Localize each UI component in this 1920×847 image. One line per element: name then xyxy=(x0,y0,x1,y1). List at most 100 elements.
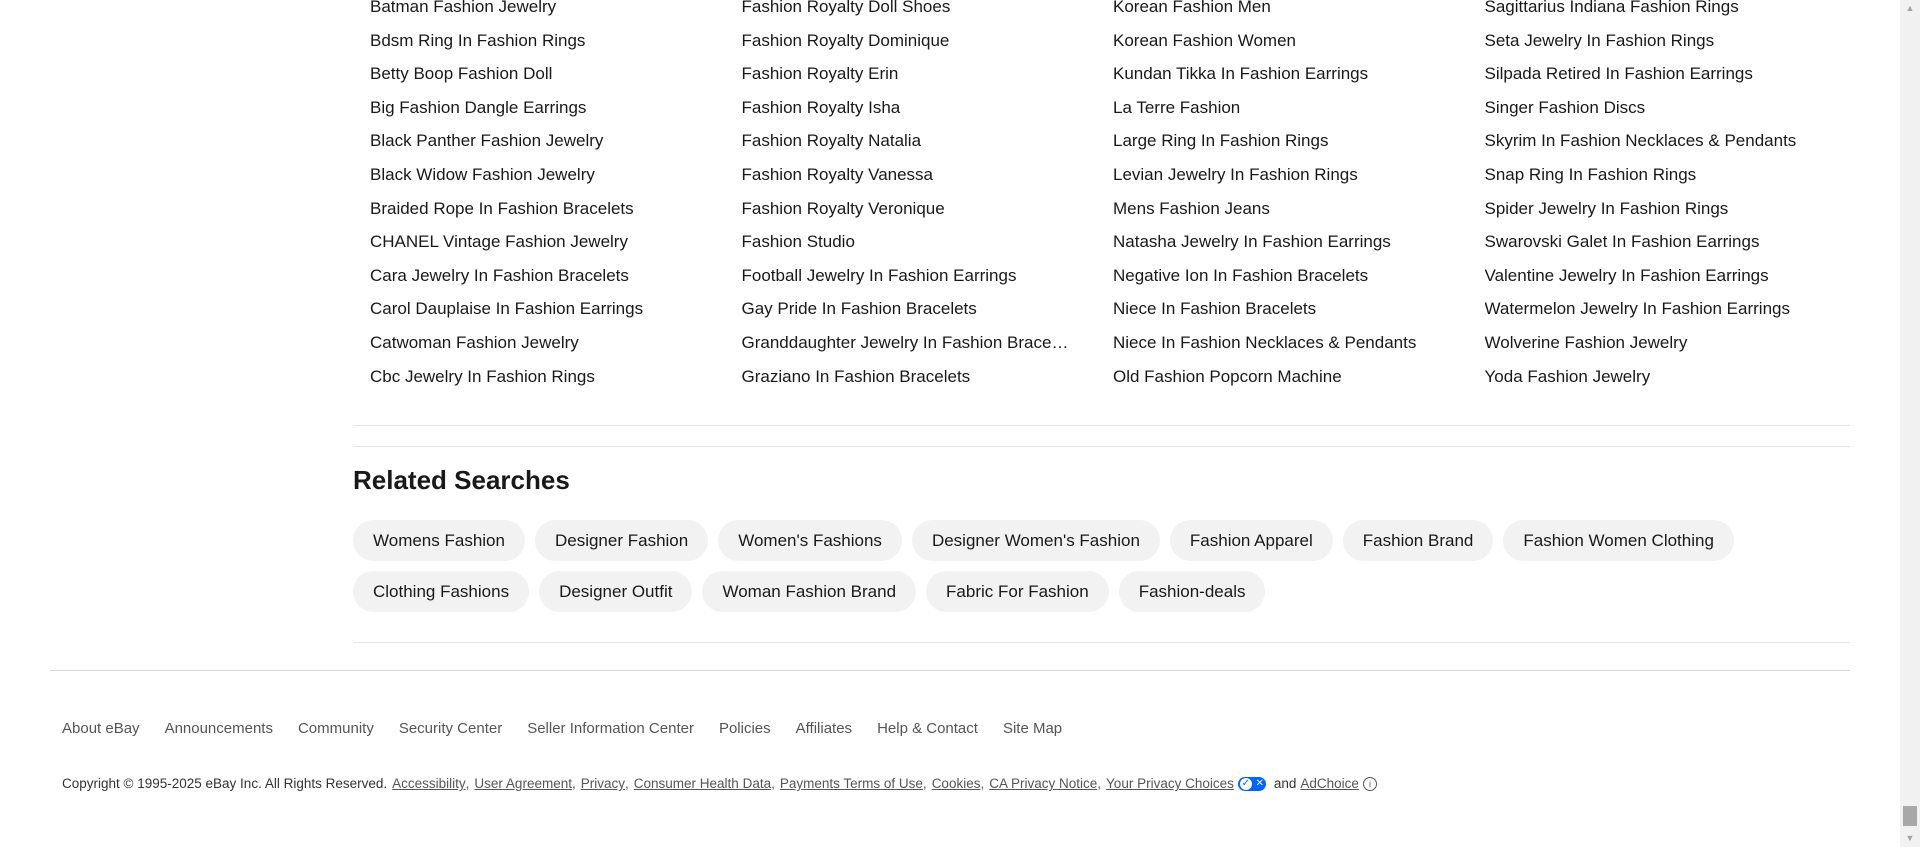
related-link[interactable]: Valentine Jewelry In Fashion Earrings xyxy=(1485,259,1815,293)
related-search-chip[interactable]: Designer Outfit xyxy=(539,571,693,612)
legal-link[interactable]: Payments Terms of Use xyxy=(780,776,923,791)
related-link[interactable]: La Terre Fashion xyxy=(1113,91,1443,125)
adchoice-link[interactable]: AdChoice xyxy=(1300,776,1359,791)
legal-link[interactable]: User Agreement xyxy=(474,776,572,791)
related-search-chip[interactable]: Woman Fashion Brand xyxy=(702,571,917,612)
footer-nav-link[interactable]: Seller Information Center xyxy=(527,720,694,737)
related-link[interactable]: Wolverine Fashion Jewelry xyxy=(1485,326,1815,360)
related-link[interactable]: Fashion Royalty Veronique xyxy=(742,192,1072,226)
copyright-text: Copyright © 1995-2025 eBay Inc. All Righ… xyxy=(62,776,388,791)
related-search-chip[interactable]: Fashion Women Clothing xyxy=(1503,520,1734,561)
footer-nav-link[interactable]: Announcements xyxy=(165,720,273,737)
related-searches-chips: Womens Fashion Designer Fashion Women's Fa… xyxy=(353,520,1873,612)
footer-nav-link[interactable]: Help & Contact xyxy=(877,720,978,737)
related-link[interactable]: Negative Ion In Fashion Bracelets xyxy=(1113,259,1443,293)
footer-nav-link[interactable]: About eBay xyxy=(62,720,140,737)
privacy-choices-icon[interactable]: ✓ ✕ xyxy=(1237,776,1266,791)
related-link[interactable]: Silpada Retired In Fashion Earrings xyxy=(1485,57,1815,91)
legal-link[interactable]: Accessibility xyxy=(392,776,466,791)
related-link[interactable]: Bdsm Ring In Fashion Rings xyxy=(370,24,700,58)
related-link[interactable]: Niece In Fashion Bracelets xyxy=(1113,292,1443,326)
related-link[interactable]: Niece In Fashion Necklaces & Pendants xyxy=(1113,326,1443,360)
footer-divider xyxy=(50,670,1850,671)
related-link[interactable]: Graziano In Fashion Bracelets xyxy=(742,360,1072,394)
related-link[interactable]: Large Ring In Fashion Rings xyxy=(1113,124,1443,158)
related-link[interactable]: CHANEL Vintage Fashion Jewelry xyxy=(370,225,700,259)
related-link[interactable]: Kundan Tikka In Fashion Earrings xyxy=(1113,57,1443,91)
legal-link[interactable]: CA Privacy Notice xyxy=(989,776,1097,791)
related-link[interactable]: Sagittarius Indiana Fashion Rings xyxy=(1485,0,1815,24)
related-link[interactable]: Snap Ring In Fashion Rings xyxy=(1485,158,1815,192)
related-link[interactable]: Catwoman Fashion Jewelry xyxy=(370,326,700,360)
adchoice-info-icon[interactable]: i xyxy=(1362,776,1377,791)
related-link[interactable]: Betty Boop Fashion Doll xyxy=(370,57,700,91)
related-link[interactable]: Korean Fashion Women xyxy=(1113,24,1443,58)
related-link[interactable]: Swarovski Galet In Fashion Earrings xyxy=(1485,225,1815,259)
scroll-up-arrow-icon[interactable]: ▲ xyxy=(1900,0,1920,17)
related-link[interactable]: Braided Rope In Fashion Bracelets xyxy=(370,192,700,226)
related-search-chip[interactable]: Fashion Apparel xyxy=(1169,520,1333,561)
footer-nav-link[interactable]: Policies xyxy=(719,720,771,737)
copyright-bar: Copyright © 1995-2025 eBay Inc. All Righ… xyxy=(62,776,1377,791)
related-link[interactable]: Big Fashion Dangle Earrings xyxy=(370,91,700,125)
related-link[interactable]: Old Fashion Popcorn Machine xyxy=(1113,360,1443,394)
related-search-chip[interactable]: Designer Fashion xyxy=(534,520,709,561)
related-link[interactable]: Mens Fashion Jeans xyxy=(1113,192,1443,226)
page-scrollbar[interactable]: ▲ ▼ xyxy=(1900,0,1920,847)
footer-nav-link[interactable]: Affiliates xyxy=(796,720,852,737)
links-column-2: Fashion Royalty Doll Shoes Fashion Royalt… xyxy=(742,0,1114,393)
related-link[interactable]: Black Widow Fashion Jewelry xyxy=(370,158,700,192)
footer-nav: About eBay Announcements Community Security… xyxy=(62,720,1062,737)
related-link[interactable]: Carol Dauplaise In Fashion Earrings xyxy=(370,292,700,326)
links-column-3: Korean Fashion Men Korean Fashion Women Ku… xyxy=(1113,0,1485,393)
related-link[interactable]: Yoda Fashion Jewelry xyxy=(1485,360,1815,394)
legal-links: Accessibility, User Agreement, Privacy, Con… xyxy=(392,776,1234,791)
related-search-chip[interactable]: Fashion-deals xyxy=(1118,571,1266,612)
related-link[interactable]: Football Jewelry In Fashion Earrings xyxy=(742,259,1072,293)
related-link[interactable]: Skyrim In Fashion Necklaces & Pendants xyxy=(1485,124,1815,158)
footer-nav-link[interactable]: Security Center xyxy=(399,720,502,737)
legal-link-separator: , xyxy=(1097,776,1102,791)
footer-nav-link[interactable]: Community xyxy=(298,720,374,737)
related-link[interactable]: Fashion Royalty Doll Shoes xyxy=(742,0,1072,24)
related-link[interactable]: Gay Pride In Fashion Bracelets xyxy=(742,292,1072,326)
related-search-chip[interactable]: Women's Fashions xyxy=(718,520,902,561)
related-link[interactable]: Cara Jewelry In Fashion Bracelets xyxy=(370,259,700,293)
related-link[interactable]: Levian Jewelry In Fashion Rings xyxy=(1113,158,1443,192)
related-link[interactable]: Korean Fashion Men xyxy=(1113,0,1443,24)
related-link[interactable]: Fashion Royalty Vanessa xyxy=(742,158,1072,192)
related-search-chip[interactable]: Clothing Fashions xyxy=(353,571,530,612)
related-search-chip[interactable]: Designer Women's Fashion xyxy=(911,520,1160,561)
related-link[interactable]: Spider Jewelry In Fashion Rings xyxy=(1485,192,1815,226)
related-link[interactable]: Seta Jewelry In Fashion Rings xyxy=(1485,24,1815,58)
legal-link[interactable]: Consumer Health Data xyxy=(634,776,771,791)
related-search-chip[interactable]: Fashion Brand xyxy=(1342,520,1494,561)
related-link[interactable]: Fashion Royalty Dominique xyxy=(742,24,1072,58)
related-link[interactable]: Fashion Studio xyxy=(742,225,1072,259)
legal-link-separator: , xyxy=(771,776,775,791)
legal-link[interactable]: Your Privacy Choices xyxy=(1106,776,1234,791)
scrollbar-thumb[interactable] xyxy=(1903,806,1917,826)
related-link[interactable]: Granddaughter Jewelry In Fashion Bracele… xyxy=(742,326,1072,360)
legal-link-separator: , xyxy=(571,776,576,791)
related-link[interactable]: Singer Fashion Discs xyxy=(1485,91,1815,125)
legal-link-separator: , xyxy=(922,776,927,791)
legal-link[interactable]: Cookies xyxy=(932,776,981,791)
related-search-chip[interactable]: Fabric For Fashion xyxy=(926,571,1109,612)
related-link[interactable]: Fashion Royalty Isha xyxy=(742,91,1072,125)
links-column-4: Sagittarius Indiana Fashion Rings Seta Je… xyxy=(1485,0,1857,393)
related-link[interactable]: Batman Fashion Jewelry xyxy=(370,0,700,24)
legal-link[interactable]: Privacy xyxy=(581,776,625,791)
related-link[interactable]: Fashion Royalty Erin xyxy=(742,57,1072,91)
divider xyxy=(353,425,1850,426)
related-link[interactable]: Natasha Jewelry In Fashion Earrings xyxy=(1113,225,1443,259)
related-links-grid: Batman Fashion Jewelry Bdsm Ring In Fashi… xyxy=(370,0,1850,393)
related-search-chip[interactable]: Womens Fashion xyxy=(353,520,525,561)
related-link[interactable]: Cbc Jewelry In Fashion Rings xyxy=(370,360,700,394)
scroll-down-arrow-icon[interactable]: ▼ xyxy=(1900,830,1920,847)
related-link[interactable]: Fashion Royalty Natalia xyxy=(742,124,1072,158)
related-link[interactable]: Watermelon Jewelry In Fashion Earrings xyxy=(1485,292,1815,326)
footer-nav-link[interactable]: Site Map xyxy=(1003,720,1062,737)
legal-link-separator: , xyxy=(465,776,470,791)
related-link[interactable]: Black Panther Fashion Jewelry xyxy=(370,124,700,158)
